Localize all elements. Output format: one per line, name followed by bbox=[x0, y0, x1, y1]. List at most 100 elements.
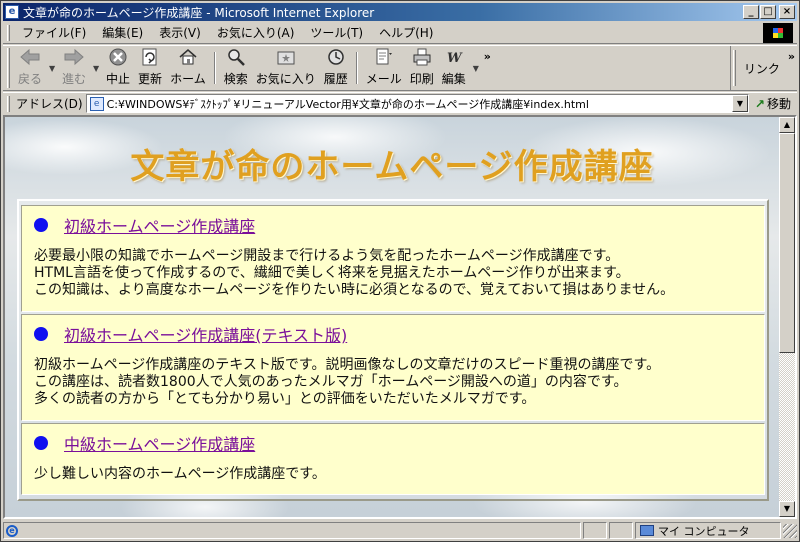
bullet-icon bbox=[34, 327, 48, 341]
favorites-label: お気に入り bbox=[255, 72, 316, 86]
course-link-beginner[interactable]: 初級ホームページ作成講座 bbox=[64, 213, 255, 237]
toolbar-separator bbox=[355, 52, 358, 84]
resize-grip[interactable] bbox=[783, 523, 797, 538]
refresh-button[interactable]: 更新 bbox=[134, 46, 166, 90]
print-button[interactable]: 印刷 bbox=[406, 46, 438, 90]
history-button[interactable]: 履歴 bbox=[320, 46, 352, 90]
close-button[interactable]: × bbox=[779, 5, 795, 19]
toolbar-grip[interactable] bbox=[7, 48, 10, 88]
page-icon: e bbox=[89, 96, 104, 111]
forward-dropdown[interactable]: ▼ bbox=[90, 46, 102, 90]
menu-tools[interactable]: ツール(T) bbox=[302, 23, 371, 43]
links-bar: リンク » bbox=[729, 46, 797, 90]
home-label: ホーム bbox=[170, 72, 206, 86]
address-input[interactable]: e C:¥WINDOWS¥ﾃﾞｽｸﾄｯﾌﾟ¥リニューアルVector用¥文章が命… bbox=[85, 94, 749, 113]
links-button[interactable]: リンク bbox=[738, 60, 786, 77]
description-line: 多くの読者の方から「とても分かり易い」との評価をいただいたメルマガです。 bbox=[34, 391, 536, 407]
forward-label: 進む bbox=[62, 72, 87, 86]
course-description: 少し難しい内容のホームページ作成講座です。 bbox=[34, 466, 752, 483]
course-link-intermediate[interactable]: 中級ホームページ作成講座 bbox=[64, 431, 255, 455]
bullet-icon bbox=[34, 436, 48, 450]
menu-bar: ファイル(F) 編集(E) 表示(V) お気に入り(A) ツール(T) ヘルプ(… bbox=[3, 22, 797, 44]
scroll-down-button[interactable]: ▼ bbox=[779, 501, 795, 517]
search-icon bbox=[225, 46, 247, 68]
menu-favorites[interactable]: お気に入り(A) bbox=[209, 23, 303, 43]
content-viewport: 文章が命のホームページ作成講座 初級ホームページ作成講座 必要最小限の知識でホー… bbox=[3, 115, 797, 519]
home-button[interactable]: ホーム bbox=[166, 46, 210, 90]
status-cell bbox=[609, 522, 633, 539]
security-zone[interactable]: マイ コンピュータ bbox=[635, 522, 781, 539]
stop-label: 中止 bbox=[106, 72, 131, 86]
ie-page-icon[interactable]: e bbox=[5, 5, 19, 19]
svg-text:W: W bbox=[447, 51, 463, 66]
mail-label: メール bbox=[365, 72, 402, 86]
window-controls: _ □ × bbox=[742, 5, 795, 19]
status-cell bbox=[583, 522, 607, 539]
menu-help[interactable]: ヘルプ(H) bbox=[371, 23, 441, 43]
forward-button[interactable]: 進む bbox=[58, 46, 90, 90]
course-description: 初級ホームページ作成講座のテキスト版です。説明画像なしの文章だけのスピード重視の… bbox=[34, 357, 752, 408]
vertical-scrollbar[interactable]: ▲ ▼ bbox=[779, 117, 795, 517]
description-line: 必要最小限の知識でホームページ開設まで行けるよう気を配ったホームページ作成講座で… bbox=[34, 248, 620, 264]
description-line: HTML言語を使って作成するので、繊細で美しく将来を見据えたホームページ作りが出… bbox=[34, 265, 630, 281]
links-grip[interactable] bbox=[732, 50, 736, 86]
edit-dropdown[interactable]: ▼ bbox=[470, 46, 482, 90]
edit-label: 編集 bbox=[441, 72, 466, 86]
toolbar-chevron[interactable]: » bbox=[482, 50, 493, 63]
status-main: e bbox=[3, 522, 581, 539]
status-bar: e マイ コンピュータ bbox=[3, 521, 797, 540]
stop-icon bbox=[107, 46, 129, 68]
address-label: アドレス(D) bbox=[16, 97, 83, 111]
window-title: 文章が命のホームページ作成講座 - Microsoft Internet Exp… bbox=[23, 5, 375, 20]
edit-icon: W bbox=[443, 46, 465, 68]
address-url[interactable]: C:¥WINDOWS¥ﾃﾞｽｸﾄｯﾌﾟ¥リニューアルVector用¥文章が命のホ… bbox=[107, 96, 732, 112]
address-grip[interactable] bbox=[7, 95, 10, 112]
browser-window: e 文章が命のホームページ作成講座 - Microsoft Internet E… bbox=[0, 0, 800, 542]
back-label: 戻る bbox=[18, 72, 43, 86]
toolbar-separator bbox=[213, 52, 216, 84]
page-title: 文章が命のホームページ作成講座 bbox=[130, 147, 654, 187]
course-heading: 初級ホームページ作成講座 bbox=[34, 214, 752, 236]
course-link-beginner-text[interactable]: 初級ホームページ作成講座(テキスト版) bbox=[64, 322, 347, 346]
scroll-up-button[interactable]: ▲ bbox=[779, 117, 795, 133]
ie-status-icon: e bbox=[6, 524, 18, 537]
stop-button[interactable]: 中止 bbox=[102, 46, 134, 90]
description-line: 初級ホームページ作成講座のテキスト版です。説明画像なしの文章だけのスピード重視の… bbox=[34, 357, 661, 373]
edit-button[interactable]: W 編集 bbox=[438, 46, 470, 90]
home-icon bbox=[177, 46, 199, 68]
menu-file[interactable]: ファイル(F) bbox=[14, 23, 94, 43]
description-line: この講座は、読者数1800人で人気のあったメルマガ「ホームページ開設への道」の内… bbox=[34, 374, 628, 390]
history-label: 履歴 bbox=[323, 72, 348, 86]
scroll-thumb[interactable] bbox=[779, 133, 795, 353]
windows-logo-icon bbox=[763, 23, 793, 43]
course-list: 初級ホームページ作成講座 必要最小限の知識でホームページ開設まで行けるよう気を配… bbox=[17, 199, 769, 501]
my-computer-icon bbox=[640, 525, 654, 536]
print-label: 印刷 bbox=[409, 72, 434, 86]
menu-view[interactable]: 表示(V) bbox=[151, 23, 209, 43]
history-icon bbox=[325, 46, 347, 68]
go-label: 移動 bbox=[766, 97, 791, 111]
back-button[interactable]: 戻る bbox=[14, 46, 46, 90]
favorites-icon bbox=[275, 46, 297, 68]
maximize-button[interactable]: □ bbox=[760, 5, 776, 19]
minimize-button[interactable]: _ bbox=[743, 5, 759, 19]
mail-icon bbox=[373, 46, 395, 68]
menu-grip[interactable] bbox=[7, 24, 10, 41]
search-button[interactable]: 検索 bbox=[220, 46, 252, 90]
description-line: 少し難しい内容のホームページ作成講座です。 bbox=[34, 466, 326, 482]
forward-arrow-icon bbox=[63, 46, 85, 68]
address-dropdown-button[interactable]: ▼ bbox=[731, 95, 748, 112]
course-heading: 初級ホームページ作成講座(テキスト版) bbox=[34, 323, 752, 345]
menu-edit[interactable]: 編集(E) bbox=[94, 23, 151, 43]
links-chevron[interactable]: » bbox=[786, 50, 797, 63]
print-icon bbox=[411, 46, 433, 68]
mail-button[interactable]: メール bbox=[362, 46, 406, 90]
go-button[interactable]: ↗ 移動 bbox=[753, 95, 797, 112]
back-dropdown[interactable]: ▼ bbox=[46, 46, 58, 90]
bullet-icon bbox=[34, 218, 48, 232]
description-line: この知識は、より高度なホームページを作りたい時に必須となるので、覚えておいて損は… bbox=[34, 282, 675, 298]
standard-toolbar: 戻る ▼ 進む ▼ 中止 更新 ホーム 検索 お気に入り 履歴 メール 印刷 W… bbox=[3, 45, 797, 91]
refresh-icon bbox=[139, 46, 161, 68]
zone-label: マイ コンピュータ bbox=[658, 524, 750, 538]
favorites-button[interactable]: お気に入り bbox=[252, 46, 320, 90]
